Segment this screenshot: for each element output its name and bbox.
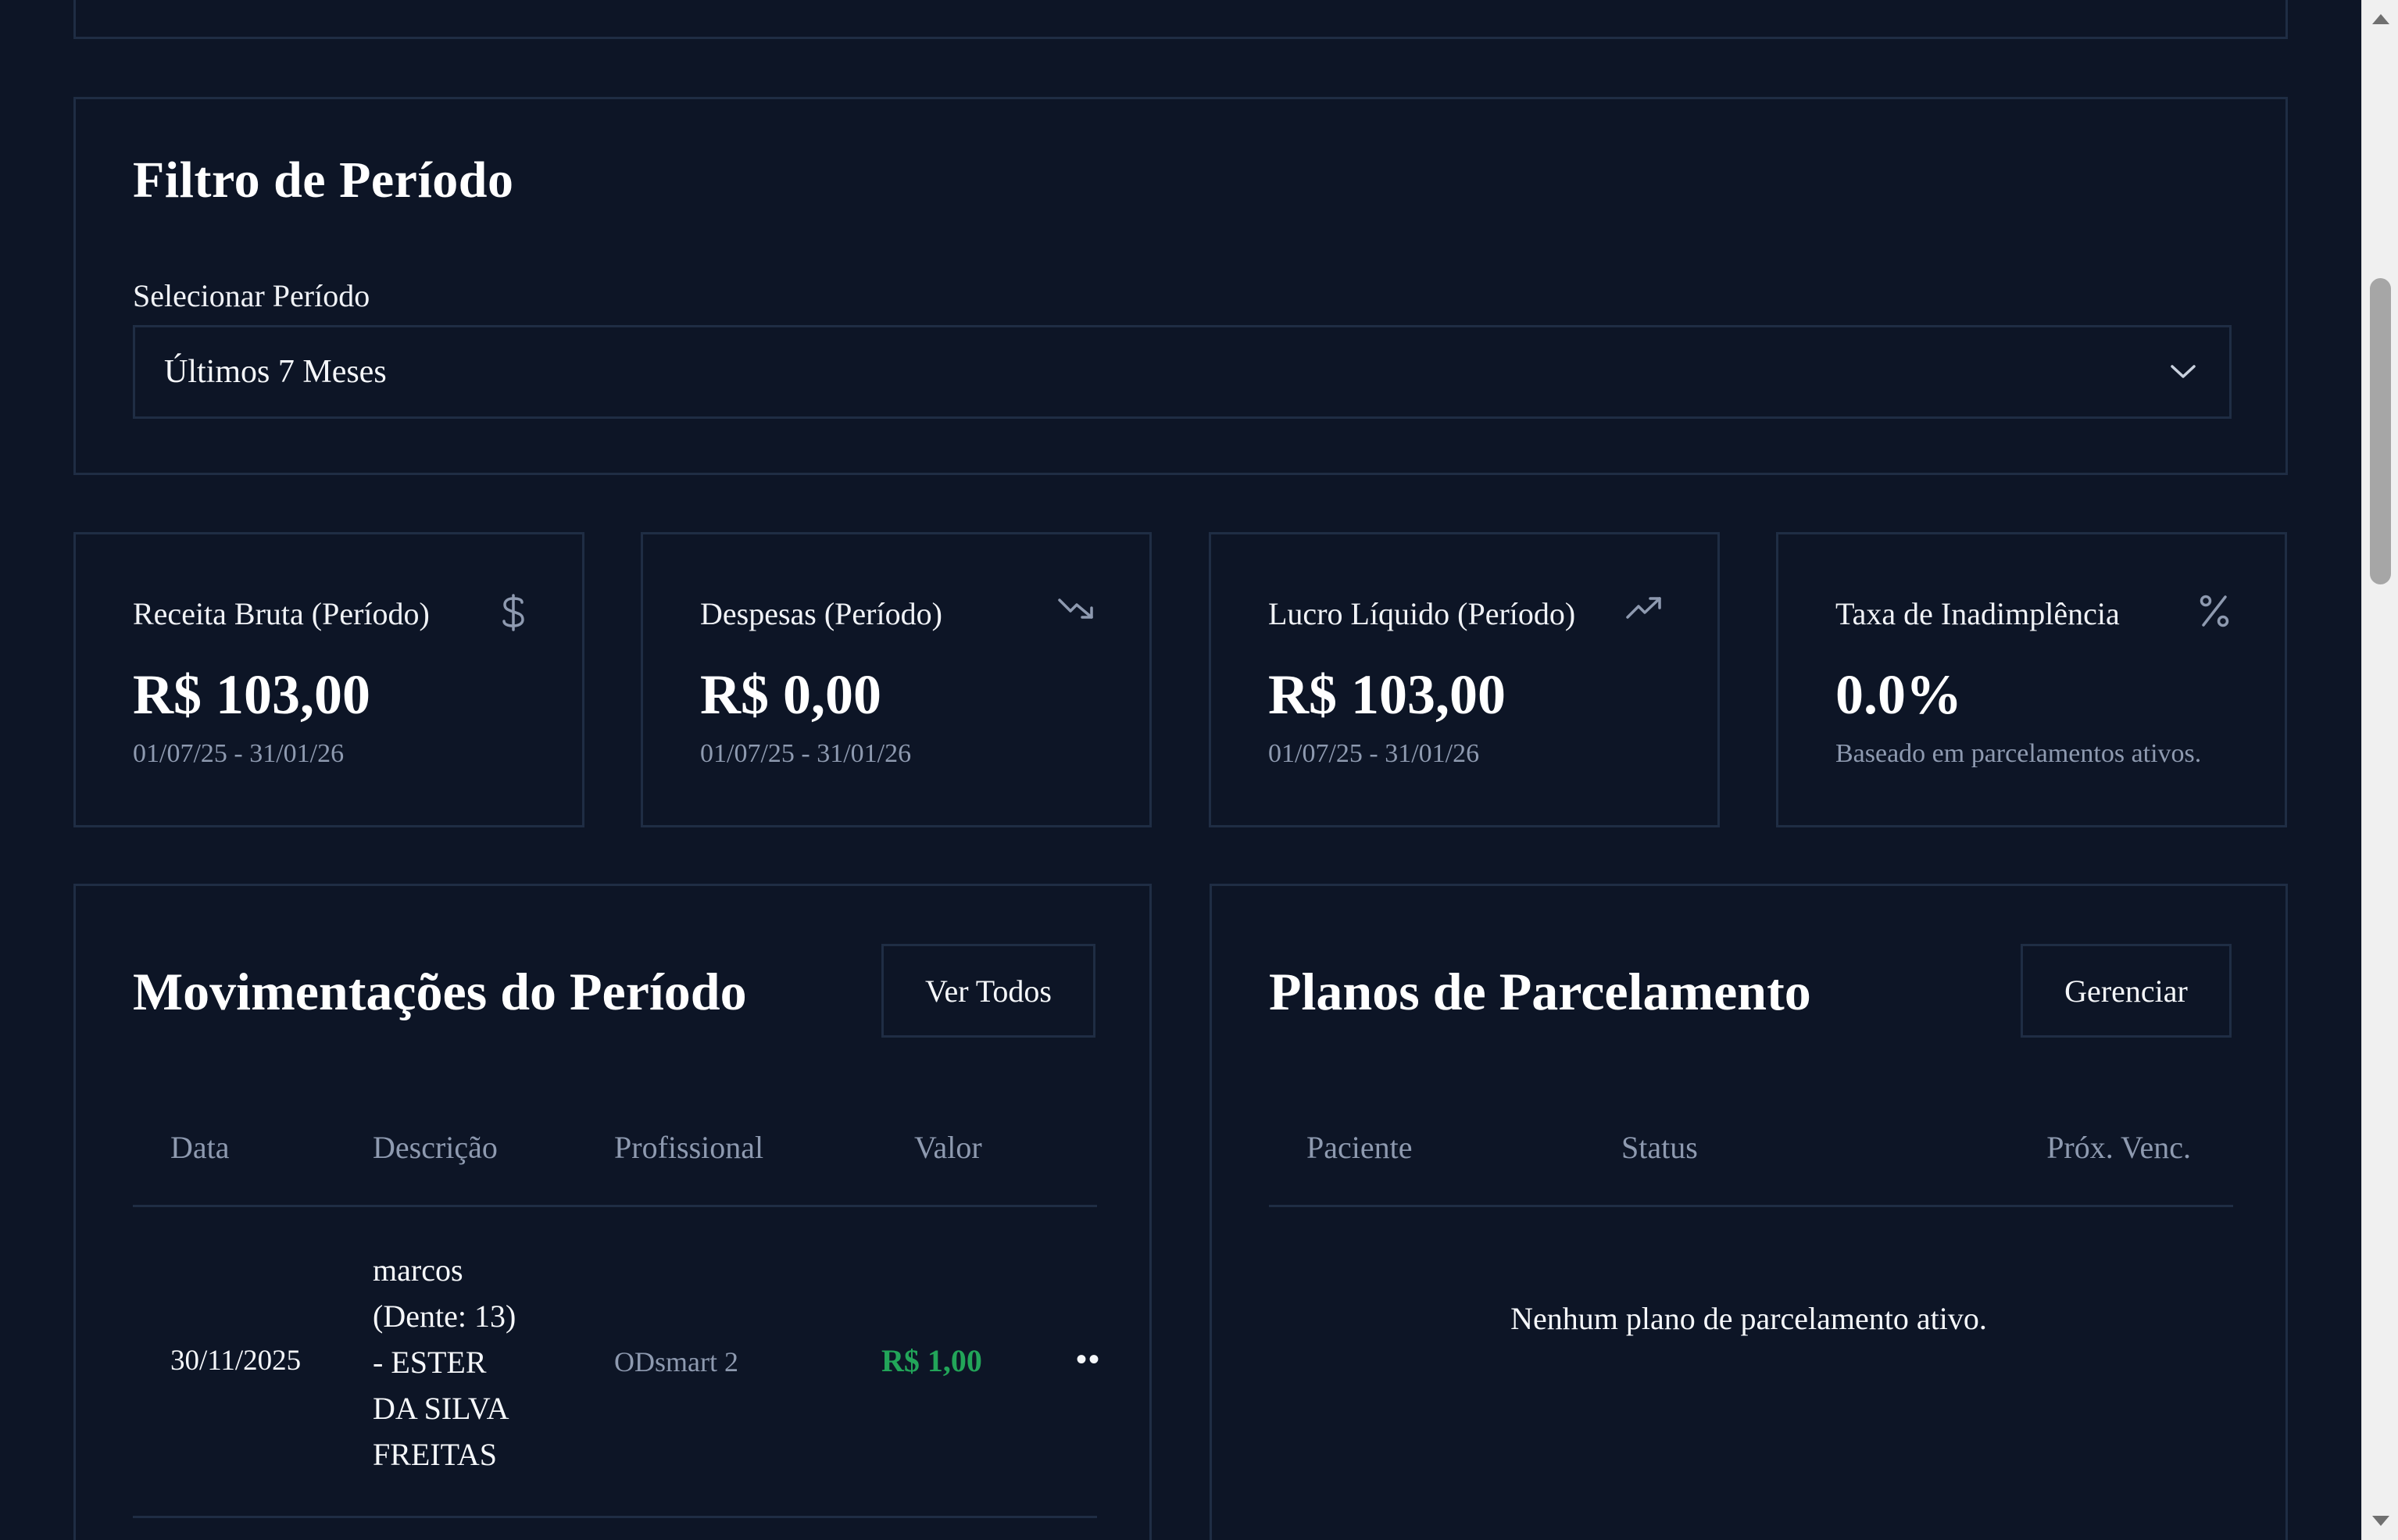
row-value: R$ 1,00 [881, 1343, 982, 1378]
stat-card-despesas: Despesas (Período) R$ 0,00 01/07/25 - 31… [641, 532, 1152, 827]
scroll-thumb[interactable] [2370, 278, 2391, 584]
stat-subtitle: 01/07/25 - 31/01/26 [1268, 739, 1480, 768]
period-select[interactable]: Últimos 7 Meses [133, 325, 2232, 419]
column-header-status: Status [1621, 1130, 1698, 1165]
stat-subtitle: 01/07/25 - 31/01/26 [133, 739, 345, 768]
chevron-down-icon [2170, 364, 2196, 380]
previous-card-edge [73, 0, 2288, 39]
planos-title: Planos de Parcelamento [1269, 962, 1811, 1021]
movimentacoes-card: Movimentações do Período Ver Todos Data … [73, 884, 1152, 1540]
period-select-label: Selecionar Período [133, 278, 370, 313]
row-date: 30/11/2025 [170, 1345, 302, 1377]
stat-value: R$ 103,00 [1268, 663, 1506, 726]
planos-card: Planos de Parcelamento Gerenciar Pacient… [1210, 884, 2288, 1540]
ver-todos-button[interactable]: Ver Todos [881, 944, 1095, 1038]
dollar-icon [499, 594, 527, 635]
column-header-descricao: Descrição [373, 1130, 498, 1165]
column-header-prox-venc: Próx. Venc. [2046, 1130, 2191, 1165]
column-header-profissional: Profissional [614, 1130, 764, 1165]
row-actions-icon[interactable]: •• [1076, 1341, 1101, 1377]
trending-down-icon [1057, 594, 1095, 626]
stat-label: Receita Bruta (Período) [133, 596, 430, 631]
period-filter-card: Filtro de Período Selecionar Período Últ… [73, 97, 2288, 475]
stat-label: Lucro Líquido (Período) [1268, 596, 1576, 631]
stat-value: R$ 103,00 [133, 663, 370, 726]
stat-label: Taxa de Inadimplência [1835, 596, 2120, 631]
trending-up-icon [1625, 594, 1663, 626]
page-scrollbar[interactable] [2361, 0, 2398, 1540]
stat-card-inadimplencia: Taxa de Inadimplência 0.0% Baseado em pa… [1776, 532, 2287, 827]
stat-card-receita: Receita Bruta (Período) R$ 103,00 01/07/… [73, 532, 584, 827]
gerenciar-button[interactable]: Gerenciar [2021, 944, 2232, 1038]
percent-icon [2199, 594, 2230, 632]
period-select-value: Últimos 7 Meses [164, 354, 387, 390]
empty-state-message: Nenhum plano de parcelamento ativo. [1510, 1301, 1987, 1336]
header-divider [133, 1205, 1097, 1207]
row-professional: ODsmart 2 [614, 1346, 738, 1377]
stat-subtitle: Baseado em parcelamentos ativos. [1835, 739, 2202, 768]
stat-value: R$ 0,00 [700, 663, 881, 726]
stat-value: 0.0% [1835, 663, 1962, 726]
column-header-valor: Valor [914, 1130, 982, 1165]
row-description: marcos (Dente: 13) - ESTER DA SILVA FREI… [373, 1252, 516, 1472]
scroll-up-icon[interactable] [2372, 14, 2389, 24]
filter-title: Filtro de Período [133, 152, 514, 209]
row-divider [133, 1516, 1097, 1518]
stat-subtitle: 01/07/25 - 31/01/26 [700, 739, 912, 768]
scroll-down-icon[interactable] [2372, 1516, 2389, 1526]
stat-card-lucro: Lucro Líquido (Período) R$ 103,00 01/07/… [1209, 532, 1720, 827]
movimentacoes-title: Movimentações do Período [133, 962, 747, 1021]
column-header-paciente: Paciente [1306, 1130, 1413, 1165]
stat-label: Despesas (Período) [700, 596, 942, 631]
column-header-data: Data [170, 1130, 230, 1165]
finance-dashboard: Filtro de Período Selecionar Período Últ… [0, 0, 2398, 1540]
header-divider [1269, 1205, 2233, 1207]
